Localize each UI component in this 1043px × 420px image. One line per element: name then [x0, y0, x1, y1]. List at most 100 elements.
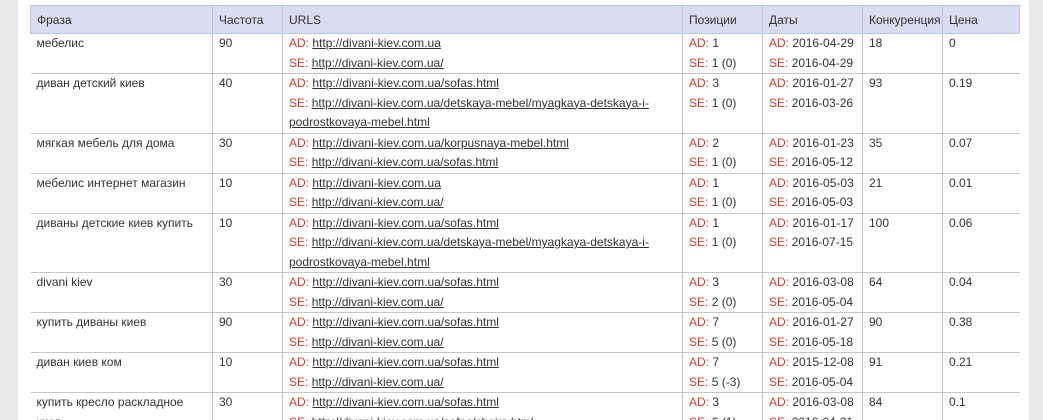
- se-label: SE:: [769, 235, 789, 249]
- cell-dates: AD: 2015-12-08 SE: 2016-05-04: [762, 352, 863, 393]
- cell-positions: AD: 3 SE: 1 (0): [682, 73, 763, 134]
- cell-phrase: мебелис: [30, 33, 213, 74]
- cell-competition: 90: [862, 312, 943, 353]
- se-position: 6 (1): [712, 415, 737, 420]
- ad-position-line: AD: 2: [689, 134, 756, 154]
- table-row: диван киев ком 10 AD: http://divani-kiev.c…: [30, 352, 1020, 393]
- se-url-link[interactable]: http://divani-kiev.com.ua/: [312, 195, 444, 209]
- ad-position: 3: [712, 395, 720, 409]
- se-position: 2 (0): [711, 294, 737, 309]
- ad-label: AD:: [769, 135, 790, 150]
- ad-date: 2016-03-08: [792, 275, 854, 289]
- cell-competition: 18: [862, 33, 943, 74]
- cell-urls: AD: http://divani-kiev.com.ua/sofas.html…: [282, 392, 683, 420]
- column-header-dates[interactable]: Даты: [762, 5, 863, 34]
- table-row: мебелис 90 AD: http://divani-kiev.com.ua SE…: [30, 33, 1020, 74]
- ad-position-line: AD: 3: [689, 74, 756, 94]
- ad-url-link[interactable]: http://divani-kiev.com.ua/sofas.html: [312, 315, 499, 329]
- se-date: 2016-05-18: [791, 334, 854, 349]
- ad-url-link-line: AD: http://divani-kiev.com.ua/sofas.html: [289, 313, 676, 333]
- se-date-line: SE: 2016-03-26: [769, 94, 856, 114]
- ad-url-link[interactable]: http://divani-kiev.com.ua/sofas.html: [312, 355, 499, 369]
- cell-positions: AD: 3 SE: 2 (0): [682, 272, 763, 313]
- ad-url-link[interactable]: http://divani-kiev.com.ua/sofas.html: [312, 216, 499, 230]
- se-position-line: SE: 1 (0): [689, 94, 756, 114]
- cell-competition: 64: [862, 272, 943, 313]
- column-header-frequency[interactable]: Частота: [212, 5, 283, 34]
- se-url-link[interactable]: http://divani-kiev.com.ua/: [312, 375, 444, 389]
- se-url-link[interactable]: http://divani-kiev.com.ua/sofas/chairs.h…: [312, 415, 534, 420]
- column-header-urls[interactable]: URLS: [282, 5, 683, 34]
- se-date: 2016-04-29: [791, 55, 854, 70]
- ad-position: 3: [712, 275, 720, 289]
- cell-competition: 35: [862, 133, 943, 174]
- ad-label: AD:: [689, 355, 710, 369]
- ad-date-line: AD: 2015-12-08: [769, 353, 856, 373]
- ad-url-link[interactable]: http://divani-kiev.com.ua/sofas.html: [312, 76, 499, 90]
- column-header-competition[interactable]: Конкуренция: [862, 5, 943, 34]
- ad-url-link[interactable]: http://divani-kiev.com.ua: [312, 36, 441, 50]
- ad-label: AD:: [769, 215, 790, 230]
- se-label: SE:: [689, 235, 709, 249]
- se-url-link[interactable]: http://divani-kiev.com.ua/detskaya-mebel…: [289, 235, 649, 269]
- ad-date: 2016-04-29: [792, 36, 854, 50]
- cell-frequency: 40: [212, 73, 283, 134]
- ad-url-link[interactable]: http://divani-kiev.com.ua/sofas.html: [312, 275, 499, 289]
- ad-date-line: AD: 2016-01-17: [769, 214, 856, 234]
- ad-url-link-line: AD: http://divani-kiev.com.ua/sofas.html: [289, 74, 676, 94]
- ad-url-link-line: AD: http://divani-kiev.com.ua: [289, 174, 676, 194]
- column-header-phrase[interactable]: Фраза: [30, 5, 213, 34]
- ad-date: 2016-03-08: [792, 395, 854, 409]
- ad-url-link-line: AD: http://divani-kiev.com.ua/sofas.html: [289, 273, 676, 293]
- cell-phrase: купить диваны киев: [30, 312, 213, 353]
- cell-positions: AD: 1 SE: 1 (0): [682, 213, 763, 273]
- ad-date-line: AD: 2016-05-03: [769, 174, 856, 194]
- cell-phrase: мягкая мебель для дома: [30, 133, 213, 174]
- cell-urls: AD: http://divani-kiev.com.ua/sofas.html…: [282, 213, 683, 273]
- se-position: 1 (0): [711, 55, 737, 70]
- se-position-line: SE: 1 (0): [689, 153, 756, 173]
- ad-date: 2016-05-03: [792, 175, 854, 190]
- cell-price: 0.01: [942, 173, 1020, 214]
- se-label: SE:: [689, 95, 709, 110]
- column-header-price[interactable]: Цена: [942, 5, 1020, 34]
- ad-position-line: AD: 3: [689, 273, 756, 293]
- se-label: SE:: [769, 95, 789, 110]
- se-position: 1 (0): [711, 235, 737, 249]
- cell-frequency: 10: [212, 213, 283, 273]
- cell-positions: AD: 7 SE: 5 (0): [682, 312, 763, 353]
- cell-price: 0.38: [942, 312, 1020, 353]
- ad-url-link[interactable]: http://divani-kiev.com.ua/korpusnaya-meb…: [312, 136, 569, 150]
- ad-position-line: AD: 7: [689, 313, 756, 333]
- se-url-link[interactable]: http://divani-kiev.com.ua/: [312, 295, 444, 309]
- table-row: мягкая мебель для дома 30 AD: http://divan…: [30, 133, 1020, 174]
- ad-url-link[interactable]: http://divani-kiev.com.ua/sofas.html: [312, 395, 499, 409]
- cell-phrase: диван киев ком: [30, 352, 213, 393]
- cell-urls: AD: http://divani-kiev.com.ua SE: http://…: [282, 173, 683, 214]
- cell-price: 0.1: [942, 392, 1020, 420]
- table-row: диван детский киев 40 AD: http://divani-ki…: [30, 73, 1020, 134]
- ad-position-line: AD: 3: [689, 393, 756, 413]
- se-url-link[interactable]: http://divani-kiev.com.ua/sofas.html: [312, 155, 499, 169]
- se-url-link[interactable]: http://divani-kiev.com.ua/: [312, 335, 444, 349]
- cell-dates: AD: 2016-01-27 SE: 2016-03-26: [762, 73, 863, 134]
- se-url-link[interactable]: http://divani-kiev.com.ua/: [312, 56, 444, 70]
- ad-position-line: AD: 1: [689, 174, 756, 194]
- cell-urls: AD: http://divani-kiev.com.ua/korpusnaya…: [282, 133, 683, 174]
- cell-positions: AD: 3SE: 6 (1): [682, 392, 763, 420]
- ad-position: 1: [712, 215, 720, 230]
- table-row: мебелис интернет магазин 10 AD: http://div…: [30, 173, 1020, 214]
- se-position-line: SE: 1 (0): [689, 233, 756, 253]
- se-url-link[interactable]: http://divani-kiev.com.ua/detskaya-mebel…: [289, 96, 649, 130]
- ad-date-line: AD: 2016-01-27: [769, 74, 856, 94]
- ad-date-line: AD: 2016-04-29: [769, 34, 856, 54]
- se-url-link-line: SE: http://divani-kiev.com.ua/: [289, 193, 676, 213]
- cell-dates: AD: 2016-03-08SE: 2016-04-21: [762, 392, 863, 420]
- cell-dates: AD: 2016-03-08 SE: 2016-05-04: [762, 272, 863, 313]
- cell-phrase: диваны детские киев купить: [30, 213, 213, 273]
- column-header-positions[interactable]: Позиции: [682, 5, 763, 34]
- cell-price: 0.07: [942, 133, 1020, 174]
- se-position-line: SE: 1 (0): [689, 54, 756, 74]
- ad-url-link[interactable]: http://divani-kiev.com.ua: [312, 176, 441, 190]
- ad-position: 3: [712, 76, 720, 90]
